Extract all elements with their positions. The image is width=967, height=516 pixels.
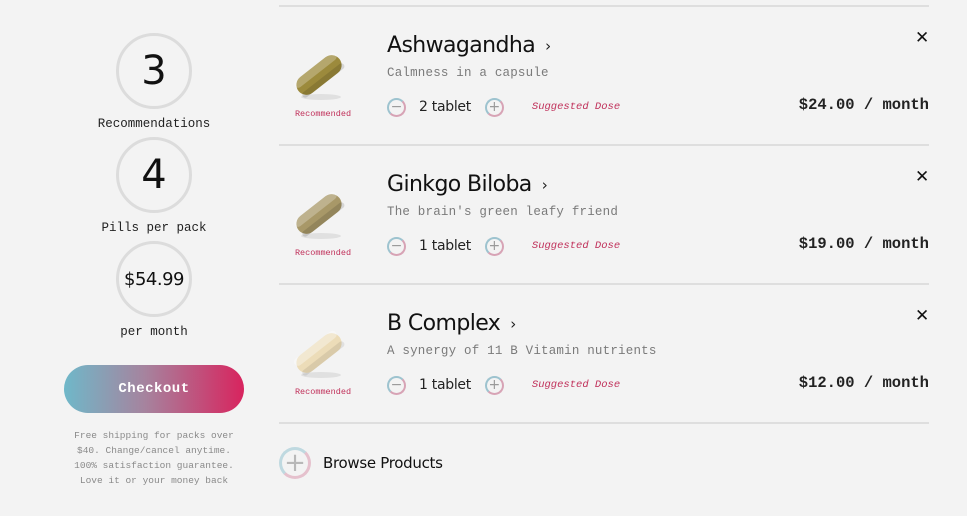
- close-icon[interactable]: ✕: [915, 169, 929, 186]
- product-name-link[interactable]: B Complex ›: [387, 311, 516, 336]
- chevron-right-icon: ›: [510, 314, 516, 333]
- pill-image: Recommended: [283, 325, 355, 405]
- chevron-right-icon: ›: [545, 36, 551, 55]
- recommendations-count: 3: [116, 33, 192, 109]
- fineprint-line: $40. Change/cancel anytime.: [77, 445, 231, 456]
- recommended-badge: Recommended: [294, 109, 352, 119]
- order-summary: 3 Recommendations 4 Pills per pack $54.9…: [60, 0, 248, 516]
- product-name-link[interactable]: Ginkgo Biloba ›: [387, 172, 548, 197]
- suggested-dose-label: Suggested Dose: [531, 101, 621, 113]
- product-price: $12.00 / month: [798, 374, 929, 392]
- dose-stepper: − 2 tablet + Suggested Dose: [387, 97, 620, 117]
- minus-icon[interactable]: −: [387, 236, 406, 256]
- suggested-dose-label: Suggested Dose: [531, 379, 621, 391]
- minus-icon[interactable]: −: [387, 375, 406, 395]
- dose-value: 2 tablet: [419, 99, 471, 115]
- product-tagline: The brain's green leafy friend: [387, 205, 619, 219]
- fineprint-line: Love it or your money back: [79, 475, 229, 486]
- suggested-dose-label: Suggested Dose: [531, 240, 621, 252]
- product-tagline: A synergy of 11 B Vitamin nutrients: [387, 344, 657, 358]
- product-list: Recommended Ashwagandha › Calmness in a …: [279, 5, 929, 424]
- product-name: Ashwagandha: [387, 33, 536, 58]
- minus-icon[interactable]: −: [387, 97, 406, 117]
- list-divider: [279, 422, 929, 424]
- plus-icon[interactable]: +: [484, 97, 504, 117]
- dose-value: 1 tablet: [419, 238, 471, 254]
- pills-label: Pills per pack: [101, 221, 207, 235]
- product-row: Recommended Ashwagandha › Calmness in a …: [279, 5, 929, 144]
- product-row: Recommended B Complex › A synergy of 11 …: [279, 283, 929, 422]
- product-name: Ginkgo Biloba: [387, 172, 532, 197]
- product-row: Recommended Ginkgo Biloba › The brain's …: [279, 144, 929, 283]
- capsule-icon: [293, 52, 345, 100]
- pill-image: Recommended: [283, 47, 355, 127]
- shipping-fineprint: Free shipping for packs over $40. Change…: [60, 428, 248, 488]
- dose-value: 1 tablet: [419, 377, 471, 393]
- product-price: $24.00 / month: [798, 96, 929, 114]
- product-name-link[interactable]: Ashwagandha ›: [387, 33, 551, 58]
- pills-count: 4: [116, 137, 192, 213]
- product-price: $19.00 / month: [798, 235, 929, 253]
- close-icon[interactable]: ✕: [915, 308, 929, 325]
- close-icon[interactable]: ✕: [915, 30, 929, 47]
- chevron-right-icon: ›: [541, 175, 548, 194]
- plus-circle-icon: +: [279, 447, 311, 479]
- dose-stepper: − 1 tablet + Suggested Dose: [387, 375, 620, 395]
- capsule-icon: [293, 330, 345, 378]
- product-name: B Complex: [387, 311, 501, 336]
- capsule-icon: [293, 191, 345, 239]
- plus-icon[interactable]: +: [484, 236, 504, 256]
- monthly-total: $54.99: [116, 241, 192, 317]
- recommended-badge: Recommended: [294, 387, 352, 397]
- recommended-badge: Recommended: [294, 248, 352, 258]
- checkout-button[interactable]: Checkout: [64, 365, 244, 413]
- recommendations-label: Recommendations: [97, 117, 211, 131]
- fineprint-line: Free shipping for packs over: [74, 430, 234, 441]
- dose-stepper: − 1 tablet + Suggested Dose: [387, 236, 620, 256]
- browse-products-button[interactable]: + Browse Products: [279, 447, 443, 479]
- product-tagline: Calmness in a capsule: [387, 66, 549, 80]
- fineprint-line: 100% satisfaction guarantee.: [74, 460, 234, 471]
- pill-image: Recommended: [283, 186, 355, 266]
- plus-icon[interactable]: +: [484, 375, 504, 395]
- monthly-label: per month: [120, 325, 188, 339]
- browse-products-label: Browse Products: [323, 454, 443, 472]
